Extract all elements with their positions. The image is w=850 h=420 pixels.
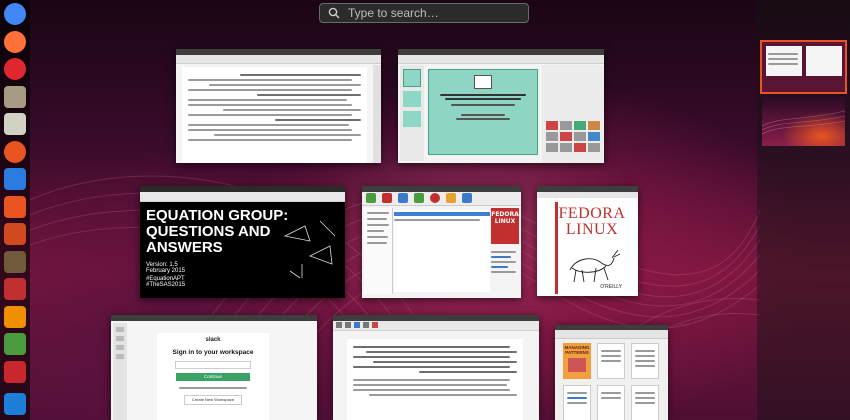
- ebook-toolbar: [362, 192, 521, 206]
- page-thumbnail[interactable]: [597, 343, 625, 379]
- wps-writer-icon[interactable]: [4, 393, 26, 415]
- page-thumbnail[interactable]: [563, 385, 591, 420]
- cover-line-2: LINUX: [494, 218, 516, 225]
- window-fedora-linux-cover[interactable]: FEDORA LINUX O'REILLY: [537, 186, 638, 296]
- window-ebook-manager[interactable]: FEDORA LINUX: [362, 186, 521, 298]
- book-details: [491, 248, 519, 276]
- slack-logo: slack: [205, 337, 221, 343]
- window-toolbar: [176, 55, 381, 64]
- firefox-icon[interactable]: [4, 30, 26, 53]
- publisher-name: O'REILLY: [600, 284, 622, 290]
- opera-icon[interactable]: [4, 58, 26, 80]
- workspace-wallpaper: [762, 110, 845, 135]
- signin-heading: Sign in to your workspace: [172, 349, 254, 356]
- current-slide: [428, 69, 538, 155]
- slide-tag-2: #TheSAS2015: [146, 282, 186, 288]
- viewer-toolbar: [555, 330, 668, 339]
- window-toolbar: [398, 55, 604, 64]
- file-manager-icon[interactable]: [4, 85, 26, 108]
- impress-icon[interactable]: [4, 223, 26, 245]
- create-workspace-link[interactable]: Create New Workspace: [184, 395, 242, 405]
- workspace-url-field[interactable]: [175, 361, 251, 369]
- sidebar-panel: [373, 65, 381, 163]
- page-thumbnail[interactable]: [631, 343, 659, 379]
- workspace-2[interactable]: [762, 96, 845, 146]
- workspace-1[interactable]: [760, 40, 847, 94]
- window-equation-group-pdf[interactable]: EQUATION GROUP: QUESTIONS AND ANSWERS Ve…: [140, 186, 345, 298]
- writer-toolbar: [333, 321, 539, 331]
- goat-illustration: [569, 249, 621, 283]
- remote-viewer-icon[interactable]: [4, 333, 26, 355]
- software-center-icon[interactable]: [4, 195, 26, 218]
- slide-decoration: [283, 220, 336, 279]
- slide-date: February 2015: [146, 268, 186, 274]
- cover-title-1: FEDORA: [558, 205, 626, 222]
- book-cover: FEDORA LINUX O'REILLY: [555, 202, 626, 294]
- cover-title-2: LINUX: [565, 221, 619, 238]
- settings-gear-icon[interactable]: [4, 140, 26, 163]
- slide-title-3: ANSWERS: [146, 239, 223, 256]
- cover-line-2: PATTERNS: [565, 350, 589, 355]
- slack-page: slack Sign in to your workspace Continue…: [157, 333, 269, 420]
- book-cover-thumb: FEDORA LINUX: [491, 208, 519, 244]
- document-viewer-icon[interactable]: [4, 278, 26, 300]
- dock: [0, 0, 30, 420]
- slide-title-2: QUESTIONS AND: [146, 223, 271, 240]
- cover-line-1: FEDORA: [491, 211, 519, 218]
- screenshot-tool-icon[interactable]: [4, 113, 26, 135]
- library-sidebar: [364, 208, 393, 294]
- search-input[interactable]: [346, 5, 520, 21]
- continue-button[interactable]: Continue: [176, 373, 250, 381]
- window-toolbar: [140, 192, 345, 202]
- toolbar-strip: [537, 192, 638, 198]
- pdf-icon[interactable]: [4, 360, 26, 383]
- window-pdf-viewer-thumbnails[interactable]: MANAGING PATTERNS: [555, 325, 668, 420]
- book-list: [394, 210, 490, 292]
- window-writer-document[interactable]: [176, 49, 381, 163]
- document-page: [182, 67, 367, 163]
- page-thumbnail[interactable]: [631, 385, 659, 420]
- books-icon[interactable]: [4, 250, 26, 273]
- chrome-icon[interactable]: [4, 3, 26, 25]
- properties-panel: [542, 65, 604, 163]
- slack-sidebar: [113, 323, 127, 420]
- page-thumbnail-cover[interactable]: MANAGING PATTERNS: [563, 343, 591, 379]
- page-thumbnail[interactable]: [597, 385, 625, 420]
- search-box[interactable]: [319, 3, 529, 23]
- thumbnail-grid: MANAGING PATTERNS: [563, 343, 659, 420]
- search-icon: [328, 7, 340, 19]
- document-page: [347, 339, 523, 420]
- window-impress-presentation[interactable]: [398, 49, 604, 163]
- window-slack-signin[interactable]: slack Sign in to your workspace Continue…: [111, 315, 317, 420]
- slide-content: EQUATION GROUP: QUESTIONS AND ANSWERS Ve…: [146, 207, 289, 289]
- slide-title-1: EQUATION GROUP:: [146, 207, 289, 224]
- slide-panel: [400, 65, 424, 161]
- window-titlebar: [111, 315, 317, 321]
- window-writer-document-2[interactable]: [333, 315, 539, 420]
- writer-icon[interactable]: [4, 168, 26, 190]
- giggle-icon[interactable]: [4, 305, 26, 328]
